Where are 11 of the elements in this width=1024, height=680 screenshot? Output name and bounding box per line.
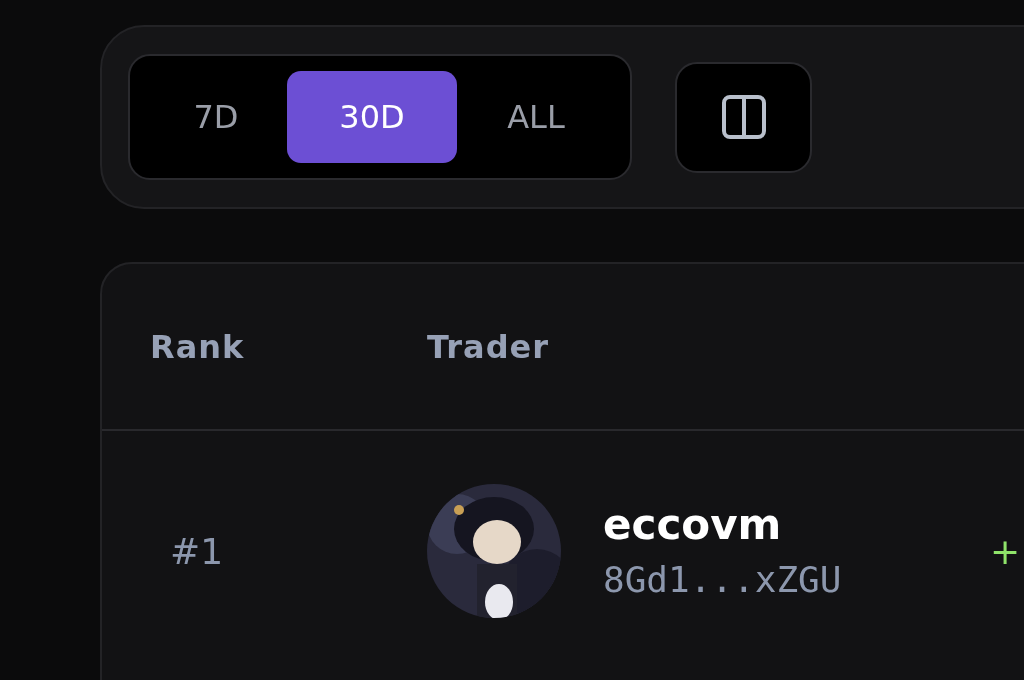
trader-name: eccovm (603, 500, 783, 550)
period-tab[interactable]: 30D (287, 71, 457, 163)
rank-cell-text: #1 (169, 530, 225, 572)
wallet-address: 8Gd1...xZGU (603, 558, 842, 602)
split-view-icon (720, 94, 767, 140)
period-tab[interactable]: ALL (457, 71, 615, 163)
layout-toggle-button[interactable] (675, 61, 812, 173)
column-header: Trader (427, 327, 550, 366)
pnl-cell: + (990, 530, 1021, 572)
period-tab[interactable]: 7D (145, 71, 287, 163)
column-header: Rank (150, 327, 246, 366)
